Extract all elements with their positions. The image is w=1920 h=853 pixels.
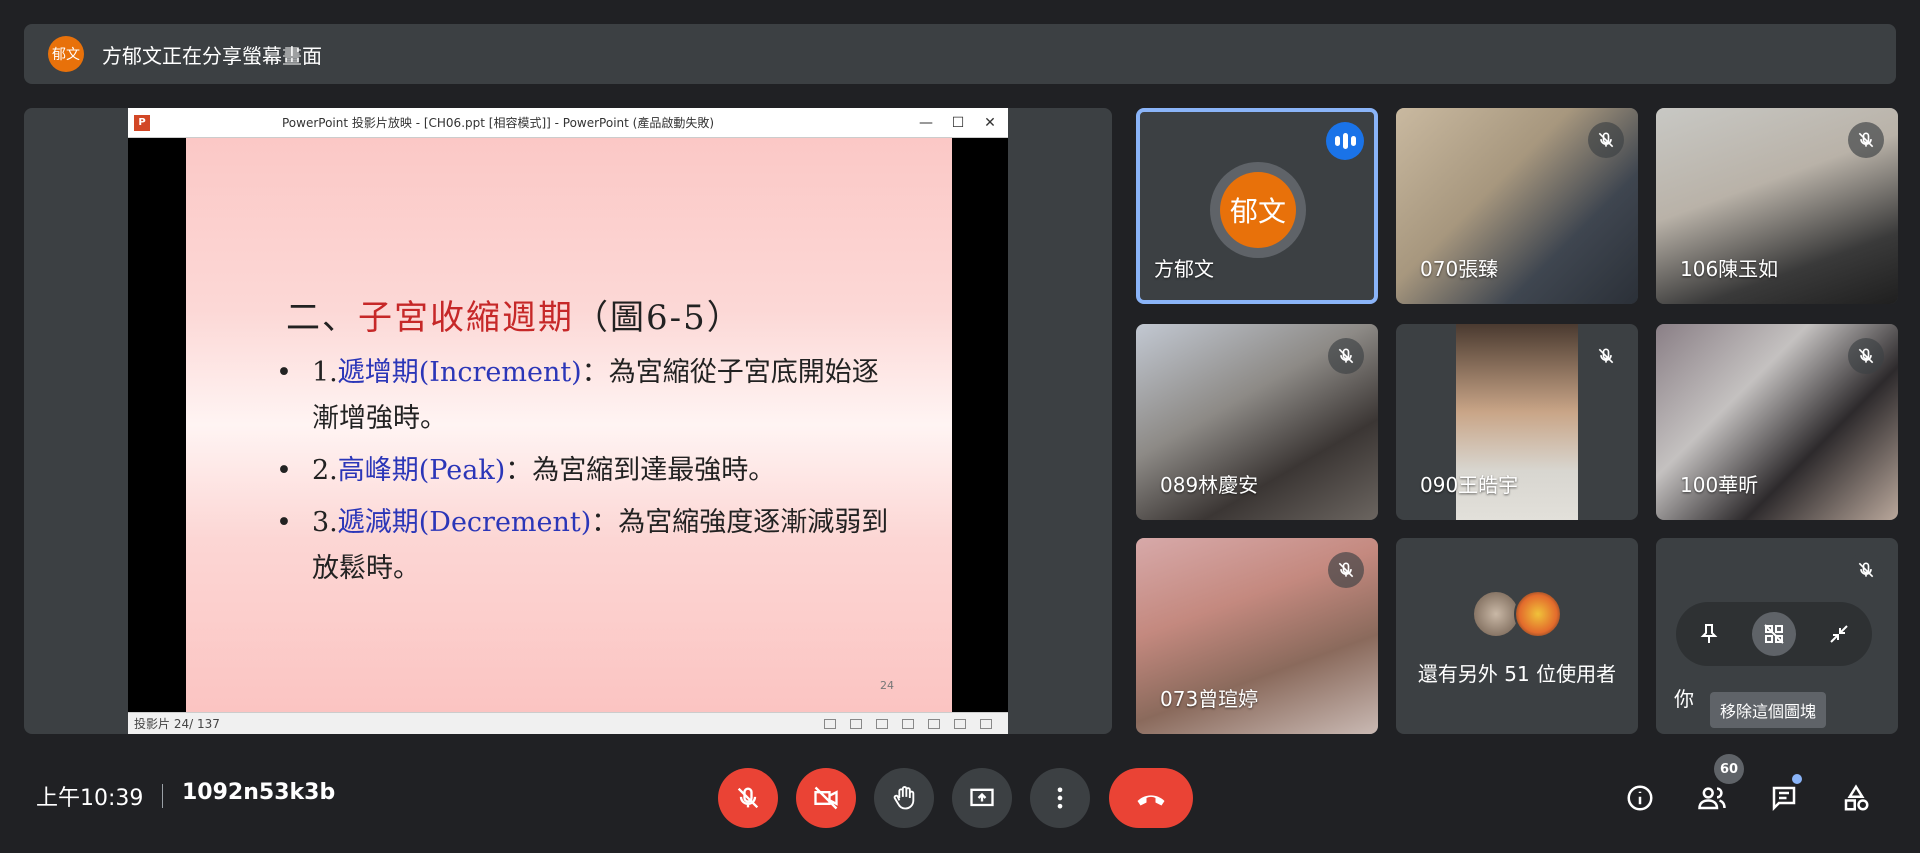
menu-icon (850, 718, 862, 729)
bullet-text: ：為宮縮到達最強時。 (505, 455, 776, 486)
participant-name: 073曾瑄婷 (1160, 687, 1259, 711)
minimize-icon: — (919, 115, 933, 131)
speaking-indicator-icon (1326, 122, 1364, 160)
participant-tile[interactable]: 郁文 方郁文 (1136, 108, 1378, 304)
slide: 二、子宮收縮週期（圖6-5） 1.遞增期(Increment)：為宮縮從子宮底開… (186, 138, 952, 712)
mic-off-icon (737, 787, 759, 809)
bottom-bar: 上午10:39 1092n53k3b 60 (0, 744, 1920, 844)
activities-button[interactable] (1834, 776, 1878, 820)
maximize-icon: ☐ (951, 115, 965, 131)
avatar (1514, 590, 1562, 638)
heading-highlight: 子宮收縮週期 (358, 298, 574, 338)
more-options-button[interactable] (1030, 768, 1090, 828)
mic-off-icon (1328, 338, 1364, 374)
powerpoint-window: P PowerPoint 投影片放映 - [CH06.ppt [相容模式]] -… (128, 108, 1008, 734)
bullet-term: 高峰期(Peak) (337, 455, 506, 486)
bullet-item: 1.遞增期(Increment)：為宮縮從子宮底開始逐漸增強時。 (276, 350, 896, 442)
bullet-term: 遞增期(Increment) (337, 357, 582, 388)
slide-heading: 二、子宮收縮週期（圖6-5） (286, 290, 743, 339)
self-tile[interactable]: 你 移除這個圖塊 (1656, 538, 1898, 734)
minimize-tile-icon[interactable] (1817, 612, 1861, 656)
participant-name: 106陳玉如 (1680, 257, 1779, 281)
divider (162, 784, 163, 808)
people-icon (1698, 787, 1726, 810)
present-button[interactable] (952, 768, 1012, 828)
pin-icon[interactable] (1687, 612, 1731, 656)
mic-off-icon (1588, 338, 1624, 374)
avatar: 郁文 (1210, 162, 1306, 258)
meeting-code: 1092n53k3b (182, 780, 336, 805)
powerpoint-statusbar: 投影片 24/ 137 (128, 712, 1008, 734)
avatar (1472, 590, 1520, 638)
others-count-label: 還有另外 51 位使用者 (1417, 662, 1617, 686)
camera-off-icon (814, 786, 838, 810)
bullet-item: 2.高峰期(Peak)：為宮縮到達最強時。 (276, 448, 896, 494)
avatar-initials: 郁文 (1220, 172, 1296, 248)
mic-off-icon (1588, 122, 1624, 158)
bullet-number: 1. (312, 357, 338, 388)
clock: 上午10:39 (36, 786, 144, 811)
others-tile[interactable]: 還有另外 51 位使用者 (1396, 538, 1638, 734)
slideshow-view-icon (980, 718, 992, 729)
other-avatars (1472, 590, 1562, 638)
screen-share-text: 方郁文正在分享螢幕畫面 (102, 43, 322, 68)
normal-view-icon (902, 718, 914, 729)
mic-off-icon (1848, 122, 1884, 158)
next-slide-icon (876, 718, 888, 729)
participant-name: 090王皓宇 (1420, 473, 1519, 497)
bullet-number: 3. (312, 507, 338, 538)
participant-tile[interactable]: 090王皓宇 (1396, 324, 1638, 520)
participant-name: 070張臻 (1420, 257, 1499, 281)
presenter-avatar: 郁文 (48, 36, 84, 72)
slide-page-number: 24 (880, 679, 894, 692)
leave-call-button[interactable] (1109, 768, 1193, 828)
participant-name: 089林慶安 (1160, 473, 1259, 497)
reading-view-icon (954, 718, 966, 729)
slide-counter: 投影片 24/ 137 (134, 717, 220, 731)
chat-icon (1772, 786, 1796, 812)
people-count-badge: 60 (1714, 754, 1744, 784)
participant-tile[interactable]: 089林慶安 (1136, 324, 1378, 520)
meeting-details-button[interactable] (1618, 776, 1662, 820)
participant-name: 100華昕 (1680, 473, 1759, 497)
bullet-number: 2. (312, 455, 338, 486)
close-icon: ✕ (984, 115, 996, 131)
mic-off-icon (1848, 552, 1884, 588)
bullet-term: 遞減期(Decrement) (337, 507, 592, 538)
screen-share-banner: 郁文 方郁文正在分享螢幕畫面 (24, 24, 1896, 84)
sorter-view-icon (928, 718, 940, 729)
mic-toggle-button[interactable] (718, 768, 778, 828)
present-screen-icon (970, 788, 994, 807)
slide-bullets: 1.遞增期(Increment)：為宮縮從子宮底開始逐漸增強時。 2.高峰期(P… (276, 350, 896, 598)
info-icon (1627, 785, 1653, 811)
tooltip: 移除這個圖塊 (1710, 692, 1827, 728)
chat-notification-dot (1792, 774, 1802, 784)
self-label: 你 (1674, 687, 1694, 711)
end-call-icon (1137, 795, 1165, 806)
participant-name: 方郁文 (1154, 257, 1214, 281)
heading-suffix: （圖6-5） (574, 298, 743, 338)
camera-toggle-button[interactable] (796, 768, 856, 828)
presentation-tile[interactable]: P PowerPoint 投影片放映 - [CH06.ppt [相容模式]] -… (24, 108, 1112, 734)
window-title: PowerPoint 投影片放映 - [CH06.ppt [相容模式]] - P… (281, 116, 715, 130)
bullet-item: 3.遞減期(Decrement)：為宮縮強度逐漸減弱到放鬆時。 (276, 500, 896, 592)
heading-prefix: 二、 (286, 298, 358, 338)
participant-tile[interactable]: 100華昕 (1656, 324, 1898, 520)
activities-icon (1844, 784, 1869, 811)
participant-tile[interactable]: 070張臻 (1396, 108, 1638, 304)
powerpoint-titlebar: P PowerPoint 投影片放映 - [CH06.ppt [相容模式]] -… (128, 108, 1008, 138)
remove-tile-icon[interactable] (1751, 612, 1796, 656)
mic-off-icon (1848, 338, 1884, 374)
view-buttons (824, 718, 992, 729)
prev-slide-icon (824, 718, 836, 729)
hand-icon (893, 786, 915, 810)
participant-tile[interactable]: 073曾瑄婷 (1136, 538, 1378, 734)
mic-off-icon (1328, 552, 1364, 588)
more-vert-icon (1057, 787, 1063, 809)
participant-tile[interactable]: 106陳玉如 (1656, 108, 1898, 304)
raise-hand-button[interactable] (874, 768, 934, 828)
tile-controls (1676, 602, 1872, 666)
